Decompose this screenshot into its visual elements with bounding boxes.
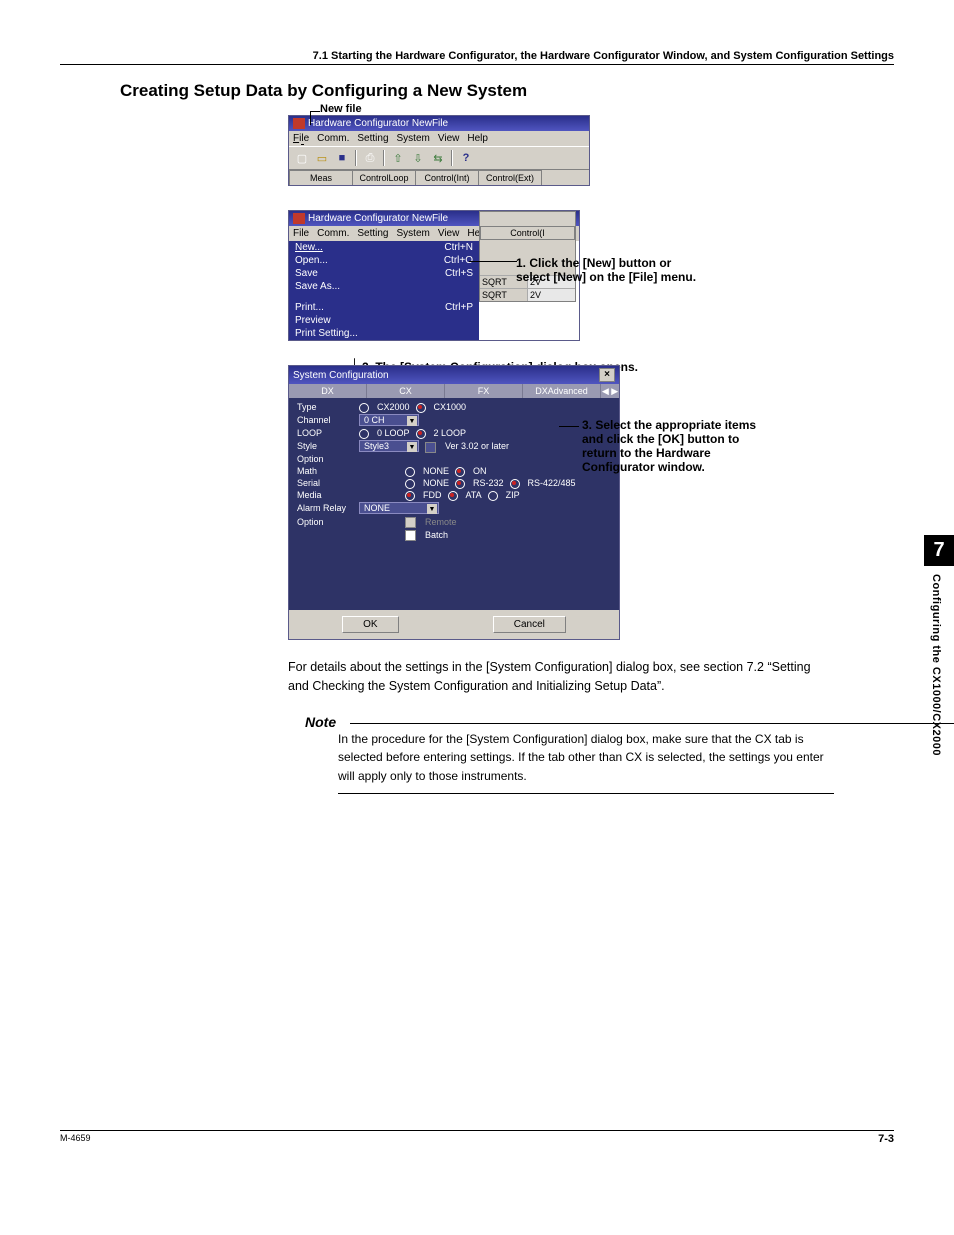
menu-item-saveas[interactable]: Save As... bbox=[289, 280, 479, 293]
label-media: Media bbox=[297, 490, 353, 500]
radio-rs232[interactable] bbox=[455, 479, 465, 489]
new-file-label-text: New file bbox=[320, 103, 362, 115]
app-icon bbox=[293, 213, 305, 224]
menu-item-preview[interactable]: Preview bbox=[289, 314, 479, 327]
dialog-body: Type CX2000 CX1000 Channel 0 CH▼ LOOP 0 … bbox=[289, 398, 619, 610]
radio-rs422[interactable] bbox=[510, 479, 520, 489]
label-math: Math bbox=[297, 466, 353, 476]
tab-cx[interactable]: CX bbox=[367, 384, 445, 398]
print-icon[interactable]: ⎙ bbox=[361, 149, 379, 167]
radio-math-on[interactable] bbox=[455, 467, 465, 477]
style-note: Ver 3.02 or later bbox=[445, 441, 509, 451]
save-icon[interactable]: ■ bbox=[333, 149, 351, 167]
menu-bar: File Comm. Setting System View Help bbox=[289, 131, 589, 146]
dialog-tab-row: DX CX FX DXAdvanced ◀ ▶ bbox=[289, 384, 619, 398]
menu-help[interactable]: Help bbox=[467, 133, 488, 144]
footer-left: M-4659 bbox=[60, 1133, 91, 1145]
radio-cx2000[interactable] bbox=[359, 403, 369, 413]
tab-nav-icons[interactable]: ◀ ▶ bbox=[601, 386, 619, 397]
page-footer: M-4659 7-3 bbox=[60, 1130, 894, 1145]
menu-item-printsetting[interactable]: Print Setting... bbox=[289, 327, 479, 340]
tab-bar: Meas ControlLoop Control(Int) Control(Ex… bbox=[289, 170, 589, 185]
tab-controlloop[interactable]: ControlLoop bbox=[352, 170, 416, 185]
label-option: Option bbox=[297, 454, 353, 464]
ok-button[interactable]: OK bbox=[342, 616, 398, 633]
chapter-title-vertical: Configuring the CX1000/CX2000 bbox=[924, 566, 948, 764]
dialog-title: System Configuration bbox=[293, 370, 389, 381]
radio-serial-none[interactable] bbox=[405, 479, 415, 489]
menu-item-open[interactable]: Open...Ctrl+O bbox=[289, 254, 479, 267]
open-icon[interactable]: ▭ bbox=[313, 149, 331, 167]
close-icon[interactable]: × bbox=[599, 368, 615, 382]
radio-zip[interactable] bbox=[488, 491, 498, 501]
footer-page-number: 7-3 bbox=[878, 1133, 894, 1145]
checkbox-remote bbox=[405, 517, 416, 528]
section-heading: Creating Setup Data by Configuring a New… bbox=[120, 81, 894, 101]
new-file-callout: New file bbox=[320, 103, 894, 115]
tab-meas[interactable]: Meas bbox=[289, 170, 353, 185]
menu-item-print[interactable]: Print...Ctrl+P bbox=[289, 301, 479, 314]
side-tab: 7 Configuring the CX1000/CX2000 bbox=[924, 535, 954, 764]
menu-setting[interactable]: Setting bbox=[357, 228, 388, 239]
radio-cx1000[interactable] bbox=[416, 403, 426, 413]
radio-math-none[interactable] bbox=[405, 467, 415, 477]
transfer-icon[interactable]: ⇆ bbox=[429, 149, 447, 167]
alarm-select[interactable]: NONE▼ bbox=[359, 502, 439, 514]
dialog-button-row: OK Cancel bbox=[289, 610, 619, 639]
menu-file[interactable]: File bbox=[293, 228, 309, 239]
style-checkbox[interactable] bbox=[425, 442, 436, 453]
channel-select[interactable]: 0 CH▼ bbox=[359, 414, 419, 426]
menu-file[interactable]: File bbox=[293, 133, 309, 144]
label-alarm: Alarm Relay bbox=[297, 503, 353, 513]
system-configuration-dialog: System Configuration × DX CX FX DXAdvanc… bbox=[288, 365, 620, 640]
style-select[interactable]: Style3▼ bbox=[359, 440, 419, 452]
radio-fdd[interactable] bbox=[405, 491, 415, 501]
menu-setting[interactable]: Setting bbox=[357, 133, 388, 144]
menu-view[interactable]: View bbox=[438, 133, 460, 144]
menu-system[interactable]: System bbox=[397, 228, 430, 239]
step-3-text: 3. Select the appropriate items and clic… bbox=[582, 418, 782, 474]
radio-ata[interactable] bbox=[448, 491, 458, 501]
menu-system[interactable]: System bbox=[397, 133, 430, 144]
upload-icon[interactable]: ⇧ bbox=[389, 149, 407, 167]
download-icon[interactable]: ⇩ bbox=[409, 149, 427, 167]
help-icon[interactable]: ? bbox=[457, 149, 475, 167]
tab-controlint[interactable]: Control(Int) bbox=[415, 170, 479, 185]
tab-controlext[interactable]: Control(Ext) bbox=[478, 170, 542, 185]
label-serial: Serial bbox=[297, 478, 353, 488]
note-body: In the procedure for the [System Configu… bbox=[338, 730, 834, 795]
toolbar: ▢ ▭ ■ ⎙ ⇧ ⇩ ⇆ ? bbox=[289, 146, 589, 170]
body-paragraph: For details about the settings in the [S… bbox=[288, 658, 834, 696]
label-option2: Option bbox=[297, 517, 353, 527]
file-menu-dropdown: New... Ctrl+N Open...Ctrl+O SaveCtrl+S S… bbox=[289, 241, 479, 340]
titlebar: Hardware Configurator NewFile bbox=[289, 116, 589, 131]
dialog-titlebar: System Configuration × bbox=[289, 366, 619, 384]
cancel-button[interactable]: Cancel bbox=[493, 616, 566, 633]
menu-item-save[interactable]: SaveCtrl+S bbox=[289, 267, 479, 280]
hw-configurator-window-1: Hardware Configurator NewFile File Comm.… bbox=[288, 115, 590, 186]
menu-comm[interactable]: Comm. bbox=[317, 133, 349, 144]
radio-2loop[interactable] bbox=[416, 429, 426, 439]
running-header: 7.1 Starting the Hardware Configurator, … bbox=[60, 50, 894, 65]
menu-view[interactable]: View bbox=[438, 228, 460, 239]
new-icon[interactable]: ▢ bbox=[293, 149, 311, 167]
menu-comm[interactable]: Comm. bbox=[317, 228, 349, 239]
label-style: Style bbox=[297, 441, 353, 451]
radio-0loop[interactable] bbox=[359, 429, 369, 439]
window-title: Hardware Configurator NewFile bbox=[308, 213, 448, 224]
label-loop: LOOP bbox=[297, 428, 353, 438]
tab-dx[interactable]: DX bbox=[289, 384, 367, 398]
tab-controlint-fragment[interactable]: Control(I bbox=[480, 226, 575, 240]
label-channel: Channel bbox=[297, 415, 353, 425]
chapter-number: 7 bbox=[924, 535, 954, 566]
tab-fx[interactable]: FX bbox=[445, 384, 523, 398]
menu-item-new[interactable]: New... Ctrl+N bbox=[289, 241, 479, 254]
checkbox-batch[interactable] bbox=[405, 530, 416, 541]
label-type: Type bbox=[297, 402, 353, 412]
step-1-text: 1. Click the [New] button or select [New… bbox=[516, 256, 696, 284]
note-heading: Note bbox=[305, 714, 894, 730]
app-icon bbox=[293, 118, 305, 129]
tab-dxadvanced[interactable]: DXAdvanced bbox=[523, 384, 601, 398]
window-title: Hardware Configurator NewFile bbox=[308, 118, 448, 129]
